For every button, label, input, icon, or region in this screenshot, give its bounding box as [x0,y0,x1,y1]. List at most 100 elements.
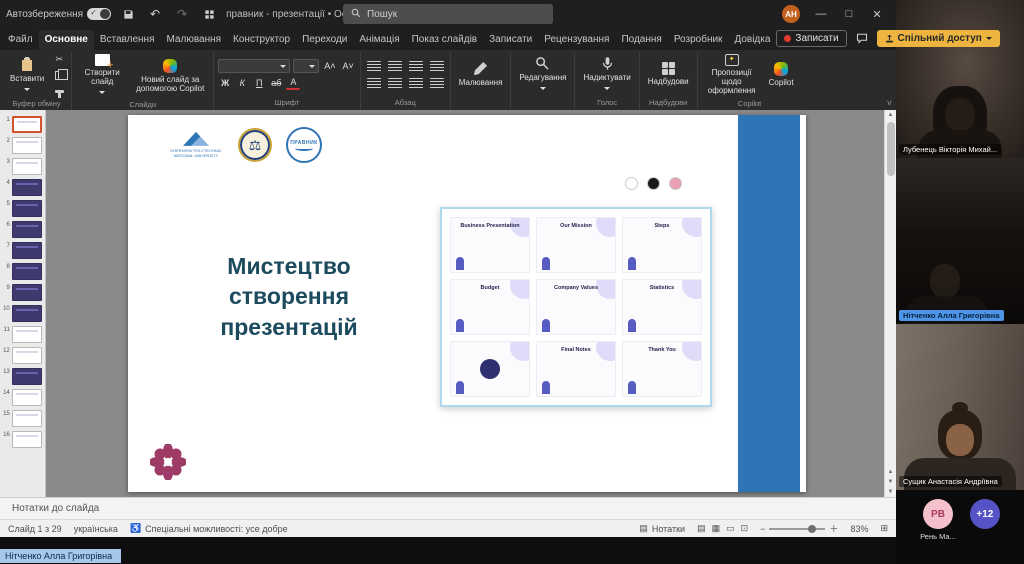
minimize-icon[interactable]: — [808,0,834,28]
slide-thumb-11[interactable]: 11 [0,324,45,345]
notes-toggle-button[interactable]: ▤ Нотатки [639,523,685,534]
previous-slide-icon[interactable]: ▲ [888,467,894,477]
slide-thumb-3[interactable]: 3 [0,156,45,177]
slide-thumb-6[interactable]: 6 [0,219,45,240]
columns-icon[interactable] [428,76,446,90]
tab-Файл[interactable]: Файл [2,30,39,50]
fit-to-window-icon[interactable]: ⊞ [880,523,888,534]
slide-thumbnails[interactable]: 12345678910111213141516 [0,110,46,497]
tab-Малювання[interactable]: Малювання [160,30,227,50]
next-slide-icon[interactable]: ▼ [888,477,894,487]
quick-access-icon[interactable] [199,4,219,24]
tab-Переходи[interactable]: Переходи [296,30,353,50]
scroll-down-icon[interactable]: ▼ [888,487,894,497]
copy-icon[interactable] [51,68,67,82]
zoom-in-icon[interactable]: ＋ [829,522,838,535]
autosave-control[interactable]: Автозбереження [6,8,111,20]
canvas-scrollbar[interactable]: ▲ ▲ ▼ ▼ [884,110,896,497]
tab-Довідка[interactable]: Довідка [728,30,776,50]
accessibility-status[interactable]: ♿ Спеціальні можливості: усе добре [130,523,288,534]
bullets-icon[interactable] [365,59,383,73]
overflow-participants-tile[interactable]: +12 [970,499,1000,529]
record-button[interactable]: Записати [776,30,846,47]
scroll-up-icon[interactable]: ▲ [888,110,894,120]
slide-title[interactable]: Мистецтвостворенняпрезентацій [146,251,432,342]
participant-avatar-tile[interactable]: РВ Рень Ма... [920,499,956,541]
zoom-percent[interactable]: 83% [850,524,868,534]
align-left-icon[interactable] [365,76,383,90]
autosave-toggle[interactable] [87,8,111,20]
indent-icon[interactable] [407,59,425,73]
copilot-button[interactable]: Copilot [765,60,798,89]
template-grid-image[interactable]: Business PresentationOur MissionStepsBud… [440,207,712,407]
reading-view-icon[interactable]: ▭ [726,523,735,534]
copilot-new-slide-button[interactable]: Новий слайд за допомогою Copilot [131,57,209,95]
numbering-icon[interactable] [386,59,404,73]
slide-sorter-view-icon[interactable]: ▦ [712,523,721,534]
participant-video-2[interactable]: Нітченко Алла Григорівна [896,158,1024,324]
slide-thumb-8[interactable]: 8 [0,261,45,282]
tab-Рецензування[interactable]: Рецензування [538,30,615,50]
addins-button[interactable]: Надбудови [644,60,693,88]
font-color-button[interactable]: А [286,76,300,90]
participant-video-3[interactable]: Сущик Анастасія Андріївна [896,324,1024,490]
cut-icon[interactable]: ✂ [51,52,67,66]
slide-thumb-12[interactable]: 12 [0,345,45,366]
comments-icon[interactable] [852,28,872,48]
tab-Показ слайдів[interactable]: Показ слайдів [406,30,484,50]
tab-Розробник[interactable]: Розробник [668,30,729,50]
tab-Подання[interactable]: Подання [615,30,667,50]
editing-button[interactable]: Редагування [515,54,570,95]
slide-thumb-9[interactable]: 9 [0,282,45,303]
share-button[interactable]: Спільний доступ [877,30,1000,47]
redo-icon[interactable]: ↷ [172,4,192,24]
tab-Записати[interactable]: Записати [483,30,538,50]
slideshow-view-icon[interactable]: ⊡ [741,523,749,534]
drawing-button[interactable]: Малювання [455,59,507,89]
slide-thumb-14[interactable]: 14 [0,387,45,408]
slide-thumb-10[interactable]: 10 [0,303,45,324]
bold-button[interactable]: Ж [218,76,232,90]
increase-font-icon[interactable]: А˄ [322,59,337,73]
slide-thumb-7[interactable]: 7 [0,240,45,261]
slide-1[interactable]: CHERNIHIV POLYTECHNIC NATIONAL UNIVERSIT… [128,115,806,492]
close-icon[interactable]: ✕ [864,0,890,28]
underline-button[interactable]: П [252,76,266,90]
slide-thumb-13[interactable]: 13 [0,366,45,387]
slide-thumb-5[interactable]: 5 [0,198,45,219]
scrollbar-thumb[interactable] [887,122,895,176]
new-slide-button[interactable]: Створити слайд [76,52,128,99]
account-avatar[interactable]: АН [782,5,800,23]
tab-Конструктор[interactable]: Конструктор [227,30,296,50]
line-spacing-icon[interactable] [428,59,446,73]
zoom-slider[interactable] [769,528,825,530]
design-ideas-button[interactable]: ✦ Пропозиції щодо оформлення [702,52,762,98]
slide-thumb-1[interactable]: 1 [0,114,45,135]
maximize-icon[interactable]: □ [836,0,862,28]
align-center-icon[interactable] [386,76,404,90]
font-size-select[interactable] [293,59,319,73]
search-input[interactable]: Пошук [343,4,553,24]
language-button[interactable]: українська [74,524,118,534]
slide-thumb-16[interactable]: 16 [0,429,45,450]
zoom-out-icon[interactable]: − [760,524,765,534]
collapse-ribbon-icon[interactable]: ˅ [887,98,892,108]
italic-button[interactable]: К [235,76,249,90]
save-icon[interactable] [118,4,138,24]
slide-thumb-4[interactable]: 4 [0,177,45,198]
decrease-font-icon[interactable]: А˅ [340,59,355,73]
format-painter-icon[interactable] [51,84,67,98]
strikethrough-button[interactable]: аб [269,76,283,90]
notes-pane[interactable]: Нотатки до слайда [0,497,896,519]
tab-Вставлення[interactable]: Вставлення [94,30,161,50]
participant-video-1[interactable]: Лубенець Вікторія Михай... [896,0,1024,158]
align-right-icon[interactable] [407,76,425,90]
paste-button[interactable]: Вставити [6,54,48,96]
undo-icon[interactable]: ↶ [145,4,165,24]
tab-Основне[interactable]: Основне [39,30,94,50]
font-name-select[interactable] [218,59,290,73]
normal-view-icon[interactable]: ▤ [697,523,706,534]
slide-thumb-15[interactable]: 15 [0,408,45,429]
tab-Анімація[interactable]: Анімація [353,30,405,50]
slide-thumb-2[interactable]: 2 [0,135,45,156]
